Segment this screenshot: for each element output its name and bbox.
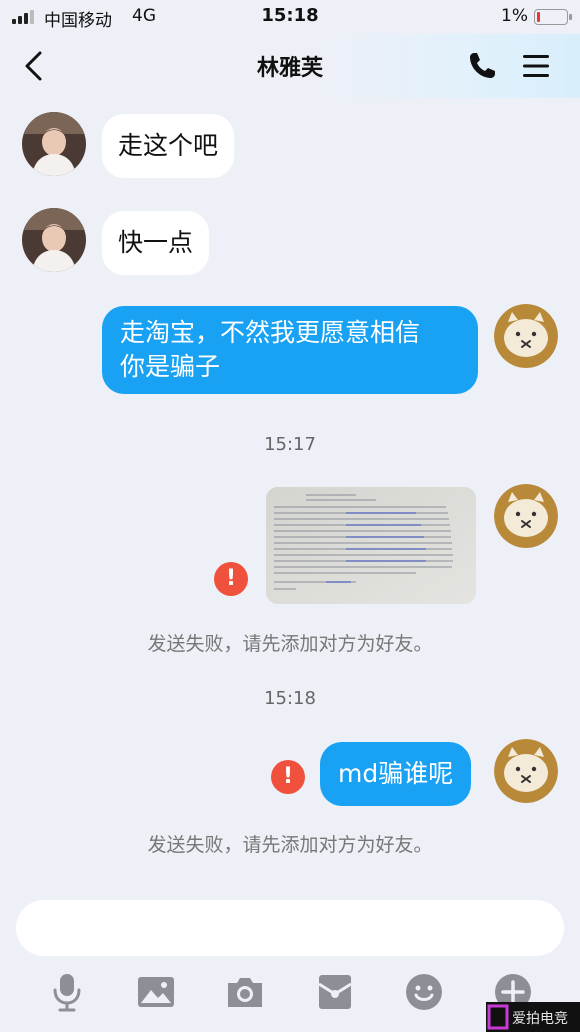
red-packet-icon xyxy=(318,975,352,1009)
message-line: 你是骗子 xyxy=(120,352,221,381)
incoming-message[interactable]: 走这个吧 xyxy=(102,114,235,178)
send-failed-notice: 发送失败，请先添加对方为好友。 xyxy=(147,834,433,856)
my-avatar[interactable] xyxy=(494,304,558,368)
contact-photo-icon xyxy=(22,208,86,272)
chat-header: 林雅芙 xyxy=(0,34,580,98)
camera-icon xyxy=(228,978,262,1007)
watermark-logo: 爱拍电竞 xyxy=(486,1002,580,1032)
phone-icon xyxy=(470,53,495,78)
send-failed-notice: 发送失败，请先添加对方为好友。 xyxy=(147,633,433,655)
alpaca-avatar-icon xyxy=(494,484,558,548)
screenshot-photo-icon xyxy=(266,487,476,604)
watermark-logo-icon: 爱拍电竞 xyxy=(487,1004,568,1030)
voice-button[interactable] xyxy=(47,972,87,1012)
status-time: 15:18 xyxy=(261,5,319,26)
emoji-button[interactable] xyxy=(404,972,444,1012)
timestamp: 15:18 xyxy=(264,688,316,709)
alpaca-avatar-icon xyxy=(494,739,558,803)
contact-avatar[interactable] xyxy=(22,112,86,176)
battery-icon xyxy=(534,9,572,25)
message-line: 走淘宝，不然我更愿意相信 xyxy=(120,318,421,347)
send-failed-icon[interactable]: ! xyxy=(271,760,305,794)
outgoing-message[interactable]: md骗谁呢 xyxy=(320,742,472,806)
microphone-icon xyxy=(53,974,81,1012)
call-button[interactable] xyxy=(466,50,498,82)
my-avatar[interactable] xyxy=(494,484,558,548)
send-failed-icon[interactable]: ! xyxy=(214,562,248,596)
red-packet-button[interactable] xyxy=(315,972,355,1012)
contact-avatar[interactable] xyxy=(22,208,86,272)
emoji-icon xyxy=(406,974,442,1010)
status-bar: 中国移动 4G 15:18 1% xyxy=(0,0,580,34)
svg-text:爱拍电竞: 爱拍电竞 xyxy=(512,1010,568,1027)
image-icon xyxy=(138,977,174,1007)
back-chevron-icon xyxy=(25,51,42,81)
camera-button[interactable] xyxy=(225,972,265,1012)
incoming-message[interactable]: 快一点 xyxy=(102,211,210,275)
image-message[interactable] xyxy=(266,487,476,604)
back-button[interactable] xyxy=(18,48,52,84)
menu-button[interactable] xyxy=(520,50,552,82)
battery-percent: 1% xyxy=(501,6,528,26)
outgoing-message[interactable]: 走淘宝，不然我更愿意相信 你是骗子 xyxy=(102,306,478,394)
image-button[interactable] xyxy=(136,972,176,1012)
message-input[interactable] xyxy=(16,900,564,956)
timestamp: 15:17 xyxy=(264,434,316,455)
my-avatar[interactable] xyxy=(494,739,558,803)
alpaca-avatar-icon xyxy=(494,304,558,368)
contact-photo-icon xyxy=(22,112,86,176)
menu-icon xyxy=(523,55,549,77)
